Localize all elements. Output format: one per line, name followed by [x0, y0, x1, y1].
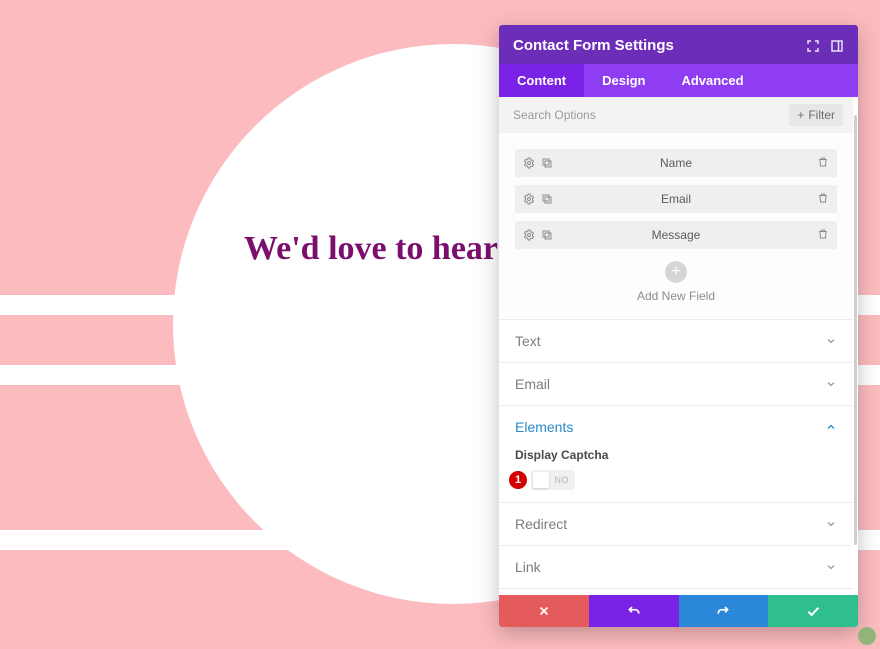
redo-icon [715, 603, 731, 619]
field-label: Name [515, 156, 837, 170]
panel-body: Search Options + Filter Name [499, 97, 858, 595]
section-background[interactable]: Background [499, 588, 853, 595]
section-label: Redirect [515, 516, 567, 532]
toggle-knob [533, 472, 549, 488]
tab-advanced[interactable]: Advanced [663, 64, 761, 97]
field-row-name[interactable]: Name [515, 149, 837, 177]
duplicate-icon[interactable] [541, 229, 553, 241]
trash-icon[interactable] [817, 228, 829, 240]
display-captcha-toggle[interactable]: NO [531, 470, 575, 490]
search-input[interactable]: Search Options [513, 108, 596, 122]
tab-content[interactable]: Content [499, 64, 584, 97]
add-field-label: Add New Field [515, 289, 837, 303]
field-row-email[interactable]: Email [515, 185, 837, 213]
panel-footer [499, 595, 858, 627]
tab-design[interactable]: Design [584, 64, 663, 97]
page-background: We'd love to hear fr Contact Form Settin… [0, 0, 880, 649]
add-field-button[interactable]: + Add New Field [515, 257, 837, 313]
undo-icon [626, 603, 642, 619]
annotation-marker: 1 [509, 471, 527, 489]
section-label: Link [515, 559, 541, 575]
filter-button[interactable]: + Filter [789, 104, 843, 126]
section-link[interactable]: Link [499, 545, 853, 588]
cancel-button[interactable] [499, 595, 589, 627]
save-button[interactable] [768, 595, 858, 627]
section-text[interactable]: Text [499, 319, 853, 362]
duplicate-icon[interactable] [541, 157, 553, 169]
chevron-down-icon [825, 561, 837, 573]
chevron-up-icon [825, 421, 837, 433]
field-label: Email [515, 192, 837, 206]
elements-content: Display Captcha 1 NO [499, 448, 853, 502]
gear-icon[interactable] [523, 229, 535, 241]
chevron-down-icon [825, 518, 837, 530]
trash-icon[interactable] [817, 156, 829, 168]
search-row: Search Options + Filter [499, 97, 853, 133]
section-email[interactable]: Email [499, 362, 853, 405]
chevron-down-icon [825, 378, 837, 390]
panel-title: Contact Form Settings [513, 37, 674, 54]
display-captcha-label: Display Captcha [515, 448, 837, 462]
fields-block: Name Email [499, 133, 853, 319]
redo-button[interactable] [679, 595, 769, 627]
plus-icon: + [665, 261, 687, 283]
plus-icon: + [797, 108, 804, 122]
section-label: Email [515, 376, 550, 392]
field-row-message[interactable]: Message [515, 221, 837, 249]
expand-icon[interactable] [806, 39, 820, 53]
trash-icon[interactable] [817, 192, 829, 204]
undo-button[interactable] [589, 595, 679, 627]
section-elements[interactable]: Elements [499, 405, 853, 448]
page-headline: We'd love to hear fr [244, 230, 532, 268]
section-redirect[interactable]: Redirect [499, 502, 853, 545]
duplicate-icon[interactable] [541, 193, 553, 205]
settings-panel: Contact Form Settings Content Design Adv… [499, 25, 858, 627]
scrollbar[interactable] [854, 115, 857, 545]
panel-tabs: Content Design Advanced [499, 64, 858, 97]
snap-icon[interactable] [830, 39, 844, 53]
chevron-down-icon [825, 335, 837, 347]
panel-header: Contact Form Settings [499, 25, 858, 64]
section-label: Elements [515, 419, 573, 435]
toggle-value: NO [555, 475, 570, 485]
gear-icon[interactable] [523, 193, 535, 205]
close-icon [537, 604, 551, 618]
field-label: Message [515, 228, 837, 242]
section-label: Text [515, 333, 541, 349]
check-icon [805, 603, 821, 619]
gear-icon[interactable] [523, 157, 535, 169]
help-badge[interactable] [858, 627, 876, 645]
filter-label: Filter [808, 108, 835, 122]
